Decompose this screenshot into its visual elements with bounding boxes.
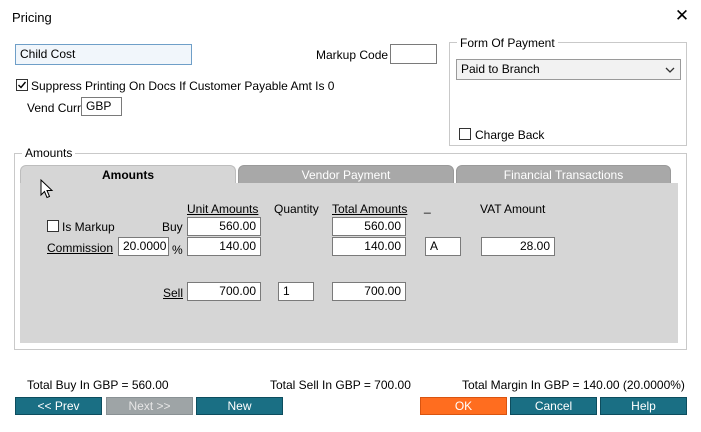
vend-curr-label: Vend Curr	[27, 101, 82, 115]
mouse-cursor-icon	[40, 179, 54, 199]
commission-code[interactable]: A	[425, 237, 461, 256]
tab-vendor-payment[interactable]: Vendor Payment	[238, 165, 454, 185]
amounts-group-label: Amounts	[22, 146, 76, 160]
charge-back-checkbox[interactable]	[459, 128, 471, 140]
header-vat-amount: VAT Amount	[480, 202, 546, 216]
sell-total-amount[interactable]: 700.00	[332, 282, 406, 301]
form-of-payment-select[interactable]: Paid to Branch	[456, 59, 681, 80]
is-markup-label: Is Markup	[62, 220, 115, 234]
window-title: Pricing	[12, 10, 52, 25]
percent-sign: %	[172, 243, 183, 257]
sell-label: Sell	[163, 286, 184, 300]
is-markup-checkbox[interactable]	[47, 220, 59, 232]
buy-unit-amount[interactable]: 560.00	[187, 217, 261, 236]
markup-code-label: Markup Code	[316, 48, 389, 62]
buy-total-amount[interactable]: 560.00	[332, 217, 406, 236]
commission-unit-amount[interactable]: 140.00	[187, 237, 261, 256]
total-buy: Total Buy In GBP = 560.00	[27, 378, 169, 392]
form-of-payment-label: Form Of Payment	[457, 36, 558, 50]
suppress-printing-label: Suppress Printing On Docs If Customer Pa…	[31, 79, 335, 93]
cancel-button[interactable]: Cancel	[510, 397, 597, 415]
commission-total-amount[interactable]: 140.00	[332, 237, 406, 256]
check-icon	[18, 81, 27, 89]
commission-vat-amount[interactable]: 28.00	[481, 237, 555, 256]
help-button[interactable]: Help	[600, 397, 687, 415]
chevron-down-icon	[665, 67, 675, 73]
sell-unit-amount[interactable]: 700.00	[187, 282, 261, 301]
total-sell: Total Sell In GBP = 700.00	[270, 378, 411, 392]
vend-curr-input[interactable]: GBP	[81, 97, 122, 116]
form-of-payment-value: Paid to Branch	[461, 62, 540, 76]
suppress-printing-checkbox[interactable]	[16, 79, 28, 91]
header-unit-amounts: Unit Amounts	[187, 202, 259, 216]
prev-button[interactable]: << Prev	[15, 397, 102, 415]
total-margin: Total Margin In GBP = 140.00 (20.0000%)	[462, 378, 685, 392]
new-button[interactable]: New	[196, 397, 283, 415]
close-icon[interactable]: ✕	[674, 7, 690, 24]
sell-quantity[interactable]: 1	[278, 282, 314, 301]
cost-name-field[interactable]: Child Cost	[15, 44, 192, 65]
commission-label: Commission	[47, 241, 114, 255]
next-button[interactable]: Next >>	[106, 397, 193, 415]
markup-code-input[interactable]	[390, 44, 437, 64]
header-code: _	[424, 200, 431, 214]
buy-label: Buy	[162, 220, 183, 234]
charge-back-label: Charge Back	[475, 128, 545, 142]
header-total-amounts: Total Amounts	[332, 202, 408, 216]
header-quantity: Quantity	[274, 202, 319, 216]
tab-financial-transactions[interactable]: Financial Transactions	[456, 165, 671, 185]
ok-button[interactable]: OK	[420, 397, 507, 415]
commission-percent[interactable]: 20.0000	[118, 237, 169, 256]
